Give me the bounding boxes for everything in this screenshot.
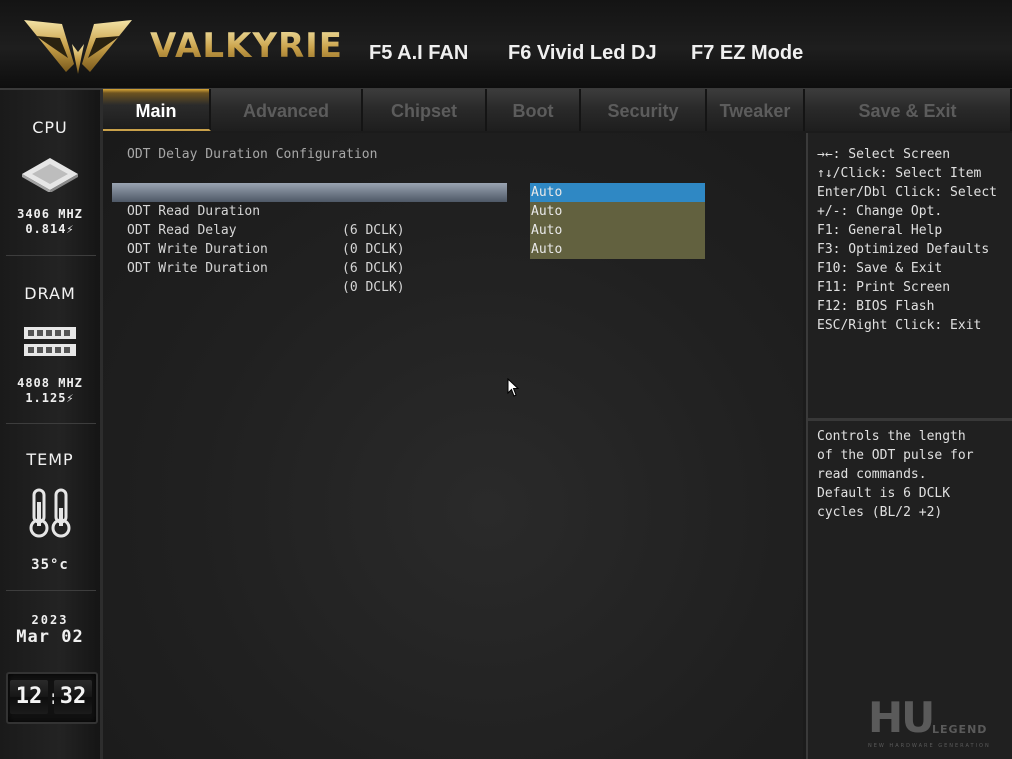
sidebar-divider	[6, 590, 96, 591]
setting-label: ODT Write Duration	[127, 261, 268, 276]
option-value: Auto	[531, 242, 563, 257]
cpu-voltage: 0.814⚡	[25, 222, 75, 236]
option-value: Auto	[531, 204, 563, 219]
option-odt-read-duration[interactable]: Auto	[530, 183, 705, 202]
sidebar-divider	[6, 423, 96, 424]
description-line: Default is 6 DCLK	[817, 486, 951, 501]
tab-tweaker[interactable]: Tweaker	[707, 89, 805, 131]
clock-hour: 12	[10, 680, 48, 714]
date-year: 2023	[31, 613, 69, 627]
help-line: F3: Optimized Defaults	[817, 242, 990, 257]
clock-display: 12 : 32	[6, 672, 98, 724]
help-line: ESC/Right Click: Exit	[817, 318, 982, 333]
dram-voltage: 1.125⚡	[25, 391, 75, 405]
memory-module-icon	[24, 327, 76, 356]
hardware-monitor-sidebar: CPU 3406 MHZ 0.814⚡ DRAM 4808 MHZ 1.125⚡…	[0, 90, 103, 759]
cpu-frequency: 3406 MHZ	[17, 207, 83, 221]
option-value: Auto	[531, 223, 563, 238]
tab-advanced[interactable]: Advanced	[211, 89, 363, 131]
hotkey-vivid-led-dj[interactable]: F6 Vivid Led DJ	[508, 42, 657, 65]
setting-row-odt-read-delay[interactable]: ODT Read Delay (0 DCLK)	[112, 202, 507, 257]
valkyrie-wings-logo	[24, 20, 132, 74]
header-bar: VALKYRIE F5 A.I FAN F6 Vivid Led DJ F7 E…	[0, 0, 1012, 90]
option-odt-read-delay[interactable]: Auto	[530, 202, 705, 221]
tab-chipset[interactable]: Chipset	[363, 89, 487, 131]
tab-boot[interactable]: Boot	[487, 89, 581, 131]
brand-name: VALKYRIE	[150, 26, 344, 66]
description-line: Controls the length	[817, 429, 966, 444]
setting-current-value: (6 DCLK)	[342, 261, 405, 276]
description-line: of the ODT pulse for	[817, 448, 974, 463]
option-odt-write-duration[interactable]: Auto	[530, 221, 705, 240]
help-line: F1: General Help	[817, 223, 943, 238]
date-day: Mar 02	[16, 627, 84, 647]
tab-save-exit[interactable]: Save & Exit	[805, 89, 1012, 131]
temp-title: TEMP	[26, 450, 74, 469]
hotkey-ai-fan[interactable]: F5 A.I FAN	[369, 42, 468, 65]
cpu-title: CPU	[32, 118, 68, 137]
cpu-chip-icon	[22, 158, 78, 192]
thermometer-icon	[29, 488, 71, 538]
help-line: +/-: Change Opt.	[817, 204, 943, 219]
watermark-big: HU	[868, 693, 935, 742]
tab-bar: Main Advanced Chipset Boot Security Twea…	[103, 89, 1012, 131]
help-divider	[808, 418, 1012, 421]
setting-current-value: (0 DCLK)	[342, 280, 405, 295]
main-settings-panel: ODT Delay Duration Configuration ODT Rea…	[103, 133, 803, 759]
watermark-tagline: NEW HARDWARE GENERATION	[868, 743, 991, 749]
tab-main[interactable]: Main	[103, 89, 211, 131]
mouse-cursor-icon	[507, 378, 520, 397]
clock-minute: 32	[54, 680, 92, 714]
section-title: ODT Delay Duration Configuration	[127, 147, 378, 162]
watermark-small: LEGEND	[932, 723, 988, 736]
help-line: Enter/Dbl Click: Select	[817, 185, 998, 200]
hotkey-ez-mode[interactable]: F7 EZ Mode	[691, 42, 803, 65]
option-value: Auto	[531, 185, 563, 200]
help-panel: →←: Select Screen ↑↓/Click: Select Item …	[806, 133, 1012, 759]
help-line: F11: Print Screen	[817, 280, 951, 295]
temperature-value: 35°c	[31, 557, 69, 573]
description-line: read commands.	[817, 467, 927, 482]
tab-security[interactable]: Security	[581, 89, 707, 131]
help-line: ↑↓/Click: Select Item	[817, 166, 982, 181]
help-line: F10: Save & Exit	[817, 261, 943, 276]
sidebar-divider	[6, 255, 96, 256]
dram-frequency: 4808 MHZ	[17, 376, 83, 390]
help-line: F12: BIOS Flash	[817, 299, 935, 314]
dram-title: DRAM	[24, 284, 76, 303]
description-line: cycles (BL/2 +2)	[817, 505, 943, 520]
setting-row-odt-write-duration[interactable]: ODT Write Duration (6 DCLK)	[112, 221, 507, 276]
watermark-logo: HU LEGEND NEW HARDWARE GENERATION	[868, 693, 1012, 753]
help-line: →←: Select Screen	[817, 147, 951, 162]
setting-row-odt-read-duration[interactable]: ODT Read Duration (6 DCLK)	[112, 183, 507, 238]
option-odt-write-duration-2[interactable]: Auto	[530, 240, 705, 259]
setting-row-odt-write-duration-2[interactable]: ODT Write Duration (0 DCLK)	[112, 240, 507, 295]
